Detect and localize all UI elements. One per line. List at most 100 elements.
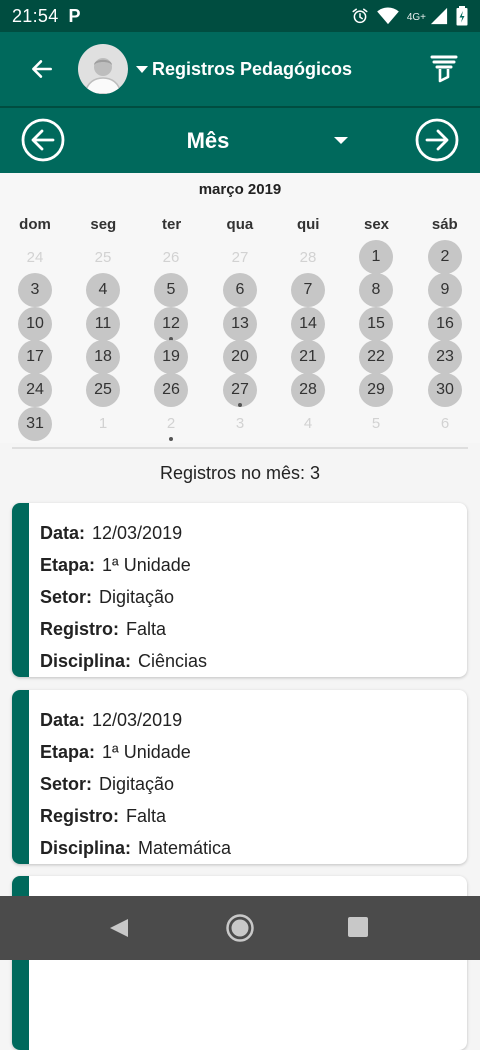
records-count: Registros no mês: 3: [159, 463, 321, 483]
calendar-day[interactable]: 27: [223, 240, 257, 274]
calendar-day[interactable]: 2: [154, 407, 188, 441]
field-label: Etapa:: [40, 554, 96, 575]
calendar-day[interactable]: 4: [86, 273, 120, 308]
calendar-day-number: 22: [367, 347, 385, 365]
calendar-day[interactable]: 6: [223, 273, 257, 308]
calendar-day[interactable]: 29: [359, 373, 393, 408]
weekday-label: ter: [162, 216, 182, 233]
calendar-day[interactable]: 9: [428, 273, 462, 308]
field-label: Data:: [40, 522, 86, 543]
calendar-day-number: 25: [94, 381, 112, 399]
calendar-day[interactable]: 31: [18, 406, 52, 441]
calendar-day[interactable]: 5: [359, 407, 393, 441]
field-value: Falta: [126, 805, 167, 826]
field-label: Setor:: [40, 586, 93, 607]
calendar-day-number: 19: [162, 347, 180, 365]
field-value: 1ª Unidade: [102, 741, 191, 762]
calendar-day-number: 18: [94, 347, 112, 365]
calendar-day[interactable]: 20: [223, 339, 257, 374]
calendar-day[interactable]: 3: [223, 407, 257, 441]
calendar-day-number: 15: [367, 314, 385, 332]
nav-back-icon[interactable]: [108, 917, 130, 939]
field-label: Disciplina:: [40, 837, 132, 858]
calendar-day[interactable]: 25: [86, 240, 120, 274]
calendar-day[interactable]: 15: [359, 306, 393, 341]
app-bar: Registros Pedagógicos: [0, 32, 480, 106]
calendar-day[interactable]: 11: [86, 306, 120, 341]
calendar-day-number: 30: [436, 381, 454, 399]
calendar-day-number: 7: [303, 281, 313, 299]
calendar-day[interactable]: 18: [86, 339, 120, 374]
calendar-day[interactable]: 27: [223, 373, 257, 408]
calendar-day-number: 3: [235, 415, 245, 432]
weekday-label: seg: [90, 216, 117, 233]
weekday-label: qua: [226, 216, 254, 233]
calendar-day-number: 1: [371, 248, 381, 265]
status-bar: 21:54 P 4G+: [0, 0, 480, 32]
calendar-day[interactable]: 12: [154, 306, 188, 341]
card-body: Data: 12/03/2019 Etapa: 1ª Unidade Setor: Dig…: [40, 704, 231, 864]
avatar[interactable]: [78, 44, 128, 94]
calendar-day[interactable]: 1: [86, 407, 120, 441]
alarm-icon: [352, 8, 368, 24]
calendar-day[interactable]: 28: [291, 373, 325, 408]
calendar-day[interactable]: 26: [154, 373, 188, 408]
record-card[interactable]: Data: 12/03/2019 Etapa: 1ª Unidade Setor: Dig…: [12, 690, 467, 864]
calendar-day[interactable]: 23: [428, 339, 462, 374]
calendar-day[interactable]: 24: [18, 240, 52, 274]
field-value: Falta: [126, 618, 167, 639]
calendar-day[interactable]: 22: [359, 339, 393, 374]
calendar-day[interactable]: 10: [18, 306, 52, 341]
calendar-day[interactable]: 24: [18, 373, 52, 408]
calendar-day-number: 8: [371, 281, 381, 299]
next-month-icon[interactable]: [414, 117, 460, 163]
calendar-day[interactable]: 30: [428, 373, 462, 408]
calendar-day[interactable]: 13: [223, 306, 257, 341]
card-accent-bar: [12, 503, 29, 677]
calendar-day[interactable]: 5: [154, 273, 188, 308]
calendar-day[interactable]: 19: [154, 339, 188, 374]
back-button[interactable]: [20, 47, 64, 91]
calendar-day[interactable]: 7: [291, 273, 325, 308]
system-navigation-bar: [0, 896, 480, 960]
calendar-day[interactable]: 6: [428, 407, 462, 441]
record-card[interactable]: Data: 12/03/2019 Etapa: 1ª Unidade Setor: Dig…: [12, 503, 467, 677]
calendar-month-label: março 2019: [198, 181, 282, 198]
calendar-day[interactable]: 3: [18, 273, 52, 308]
calendar-day[interactable]: 26: [154, 240, 188, 274]
view-mode-label[interactable]: Mês: [0, 128, 416, 154]
calendar-day-number: 2: [166, 415, 176, 432]
calendar-day[interactable]: 16: [428, 306, 462, 341]
calendar-day[interactable]: 4: [291, 407, 325, 441]
event-indicator-dot: [169, 436, 173, 441]
filter-button[interactable]: [424, 49, 464, 89]
calendar-day[interactable]: 21: [291, 339, 325, 374]
calendar-day-number: 27: [231, 248, 249, 266]
calendar-day[interactable]: 25: [86, 373, 120, 408]
calendar-day-number: 6: [235, 281, 245, 299]
view-mode-caret-icon[interactable]: [334, 137, 348, 144]
calendar-day[interactable]: 2: [428, 240, 462, 274]
field-label: Registro:: [40, 805, 120, 826]
card-accent-bar: [12, 690, 29, 864]
student-selector[interactable]: Registros Pedagógicos: [136, 59, 352, 80]
calendar-day[interactable]: 17: [18, 339, 52, 374]
nav-recents-icon[interactable]: [348, 917, 368, 937]
calendar-day[interactable]: 1: [359, 240, 393, 274]
calendar-day-number: 1: [98, 415, 108, 432]
calendar-day[interactable]: 8: [359, 273, 393, 308]
calendar-day-number: 28: [299, 248, 317, 266]
calendar-day[interactable]: 14: [291, 306, 325, 341]
calendar-day-number: 28: [299, 381, 317, 399]
calendar-day[interactable]: 28: [291, 240, 325, 274]
field-value: Matemática: [138, 837, 232, 858]
calendar-day-number: 23: [436, 347, 454, 365]
card-field-row: Registro: Falta: [40, 800, 231, 832]
calendar-day-number: 14: [299, 314, 317, 332]
field-label: Disciplina:: [40, 650, 132, 671]
page-title: Registros Pedagógicos: [152, 58, 353, 79]
nav-home-icon[interactable]: [225, 913, 255, 943]
caret-down-icon: [136, 65, 148, 73]
card-field-row: Data: 12/03/2019: [40, 704, 231, 736]
card-field-row: Disciplina: Ciências: [40, 645, 207, 677]
